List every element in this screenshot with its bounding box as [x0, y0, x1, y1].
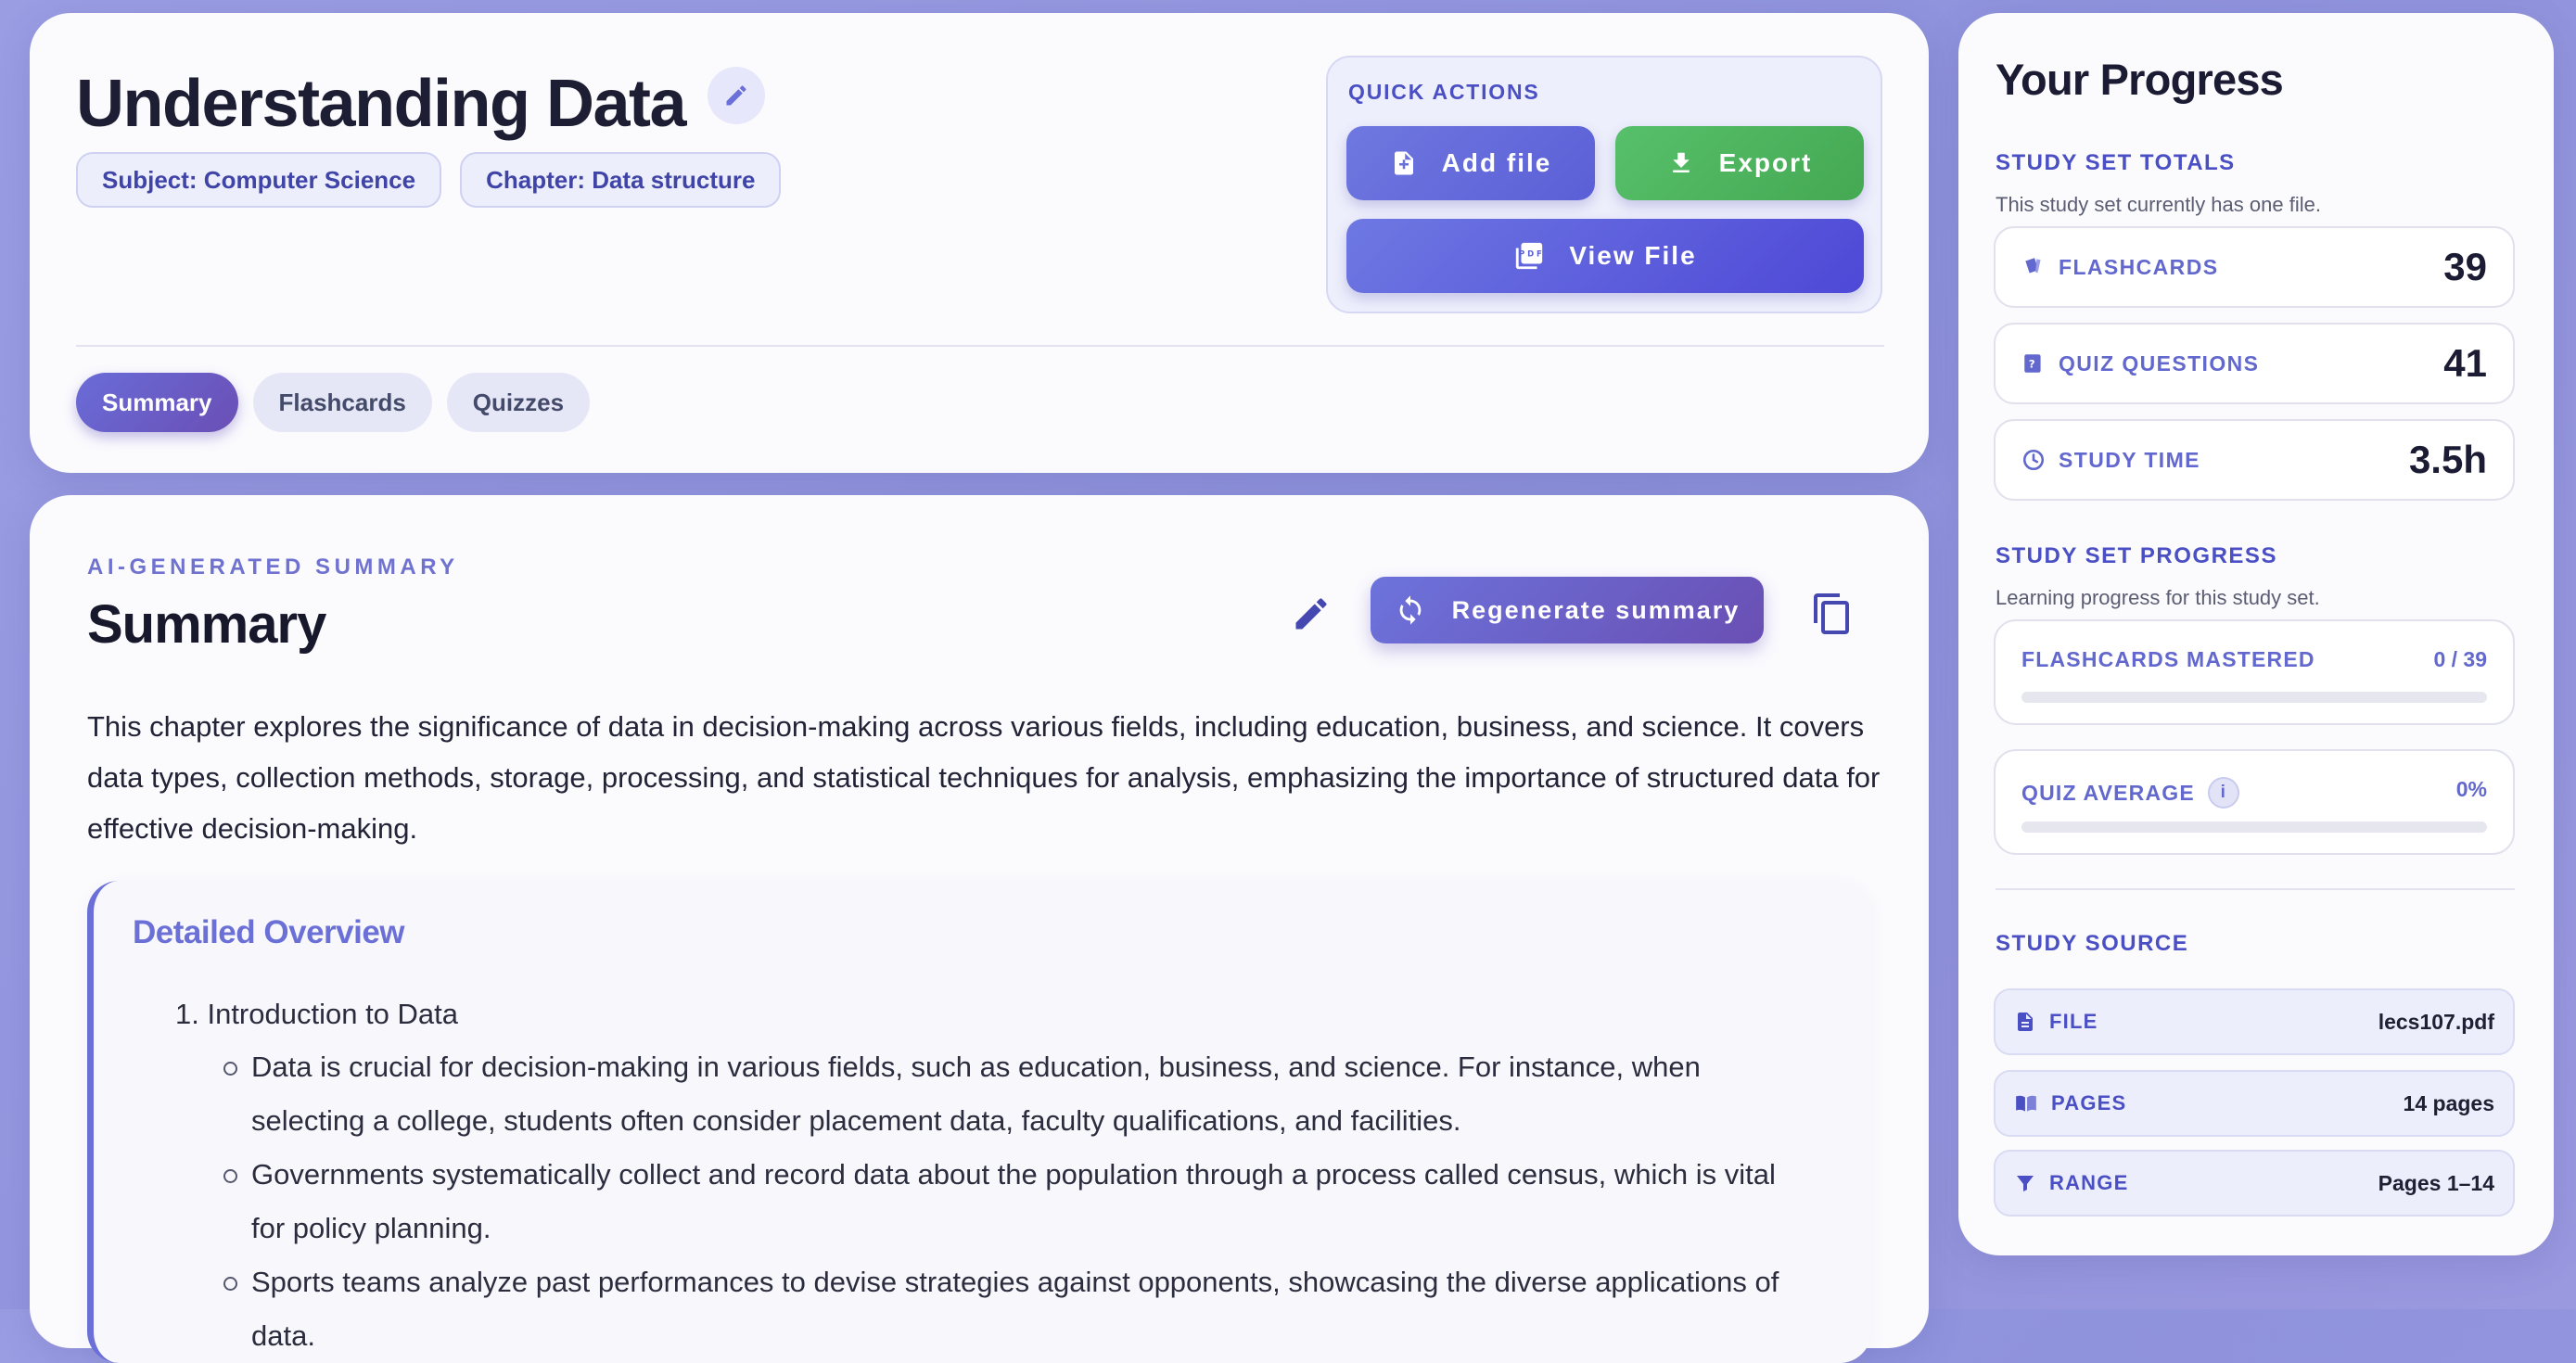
quiz-average-label-group: QUIZ AVERAGE i	[2021, 777, 2239, 809]
export-button[interactable]: Export	[1615, 126, 1864, 200]
source-pages-value: 14 pages	[2403, 1090, 2494, 1115]
tag-chips: Subject: Computer Science Chapter: Data …	[76, 152, 782, 208]
source-file[interactable]: FILE lecs107.pdf	[1994, 988, 2515, 1055]
progress-title: Your Progress	[1996, 55, 2284, 104]
export-label: Export	[1718, 148, 1813, 177]
quiz-average-value: 0%	[2455, 777, 2487, 801]
file-icon	[2018, 1013, 2033, 1031]
quiz-average: QUIZ AVERAGE i 0%	[1994, 749, 2515, 855]
quick-actions-title: QUICK ACTIONS	[1348, 80, 1540, 104]
study-set-header: Understanding Data Subject: Computer Sci…	[30, 13, 1929, 473]
view-file-label: View File	[1569, 241, 1697, 270]
stat-flashcards-label-group: FLASHCARDS	[2021, 255, 2218, 280]
stat-quiz-questions: ? QUIZ QUESTIONS 41	[1994, 323, 2515, 404]
view-file-button[interactable]: PDF View File	[1346, 219, 1864, 293]
source-pages-label-group: PAGES	[2014, 1091, 2126, 1115]
stat-flashcards-label: FLASHCARDS	[2059, 254, 2219, 279]
totals-label: STUDY SET TOTALS	[1996, 150, 2236, 175]
quiz-average-label: QUIZ AVERAGE	[2021, 780, 2195, 805]
progress-section-label: STUDY SET PROGRESS	[1996, 543, 2277, 568]
copy-summary-button[interactable]	[1803, 584, 1862, 643]
summary-panel: AI-GENERATED SUMMARY Summary Regenerate …	[30, 495, 1929, 1363]
stat-time-label: STUDY TIME	[2059, 447, 2200, 472]
detailed-overview: Detailed Overview 1. Introduction to Dat…	[87, 881, 1871, 1363]
mastered-progress-bar	[2021, 692, 2487, 703]
regenerate-summary-button[interactable]: Regenerate summary	[1371, 577, 1764, 643]
content-tabs: Summary Flashcards Quizzes	[76, 373, 591, 432]
tab-summary[interactable]: Summary	[76, 373, 238, 432]
chapter-chip: Chapter: Data structure	[460, 152, 782, 208]
book-icon	[2016, 1095, 2036, 1112]
filter-icon	[2017, 1176, 2034, 1191]
refresh-icon	[1399, 595, 1422, 625]
list-item: Sports teams analyze past performances t…	[223, 1255, 1807, 1363]
quiz-icon: ?	[2024, 354, 2041, 373]
bullet-list: Data is crucial for decision-making in v…	[223, 1040, 1807, 1363]
summary-eyebrow: AI-GENERATED SUMMARY	[87, 554, 459, 580]
overview-title: Detailed Overview	[133, 914, 405, 950]
summary-text: This chapter explores the significance o…	[87, 710, 1881, 845]
sidebar-divider	[1996, 888, 2515, 890]
add-file-button[interactable]: Add file	[1346, 126, 1595, 200]
stat-flashcards-value: 39	[2443, 245, 2487, 288]
source-file-label: FILE	[2049, 1010, 2098, 1033]
page-title: Understanding Data	[76, 67, 687, 141]
pencil-icon	[1295, 598, 1327, 630]
source-range: RANGE Pages 1–14	[1994, 1150, 2515, 1217]
progress-section-subtitle: Learning progress for this study set.	[1996, 586, 2320, 609]
overview-list: 1. Introduction to Data Data is crucial …	[175, 994, 1807, 1363]
edit-title-button[interactable]	[708, 67, 766, 124]
source-range-value: Pages 1–14	[2378, 1170, 2494, 1195]
quick-actions-panel: QUICK ACTIONS Add file Export PDF View F…	[1326, 56, 1882, 313]
summary-heading: Summary	[87, 594, 326, 655]
pdf-icon: PDF	[1516, 242, 1545, 270]
source-file-value: lecs107.pdf	[2378, 1009, 2494, 1034]
source-file-label-group: FILE	[2014, 1010, 2098, 1034]
quiz-average-progress-bar	[2021, 822, 2487, 833]
stat-time-value: 3.5h	[2408, 438, 2487, 481]
header-divider	[76, 345, 1884, 347]
source-pages: PAGES 14 pages	[1994, 1070, 2515, 1137]
download-icon	[1672, 152, 1690, 172]
source-section-label: STUDY SOURCE	[1996, 931, 2189, 956]
title-row: Understanding Data	[76, 59, 766, 148]
pencil-icon	[726, 85, 746, 106]
stat-flashcards: FLASHCARDS 39	[1994, 226, 2515, 308]
tab-quizzes[interactable]: Quizzes	[446, 373, 591, 432]
stat-quiz-value: 41	[2443, 341, 2487, 385]
list-item: Governments systematically collect and r…	[223, 1148, 1807, 1255]
info-icon[interactable]: i	[2207, 777, 2239, 809]
stat-quiz-label: QUIZ QUESTIONS	[2059, 350, 2260, 376]
svg-text:?: ?	[2029, 357, 2036, 370]
stat-quiz-label-group: ? QUIZ QUESTIONS	[2021, 351, 2259, 376]
tab-flashcards[interactable]: Flashcards	[252, 373, 432, 432]
add-file-icon	[1394, 151, 1413, 175]
cards-icon	[2025, 258, 2041, 274]
edit-summary-button[interactable]	[1282, 584, 1341, 643]
source-range-label-group: RANGE	[2014, 1171, 2128, 1195]
list-item-introduction: 1. Introduction to Data	[175, 998, 459, 1030]
totals-subtitle: This study set currently has one file.	[1996, 193, 2321, 216]
copy-icon	[1814, 593, 1849, 634]
list-item: Data is crucial for decision-making in v…	[223, 1040, 1807, 1148]
flashcards-mastered: FLASHCARDS MASTERED 0 / 39	[1994, 619, 2515, 725]
progress-sidebar: Your Progress STUDY SET TOTALS This stud…	[1958, 13, 2554, 1255]
stat-study-time: STUDY TIME 3.5h	[1994, 419, 2515, 501]
source-pages-label: PAGES	[2051, 1091, 2127, 1115]
mastered-label: FLASHCARDS MASTERED	[2021, 647, 2315, 671]
add-file-label: Add file	[1441, 148, 1552, 177]
subject-chip: Subject: Computer Science	[76, 152, 442, 208]
regenerate-summary-label: Regenerate summary	[1451, 595, 1741, 624]
clock-icon	[2022, 449, 2045, 471]
svg-text:PDF: PDF	[1519, 250, 1545, 260]
stat-time-label-group: STUDY TIME	[2021, 448, 2200, 473]
source-range-label: RANGE	[2049, 1171, 2129, 1194]
mastered-value: 0 / 39	[2433, 647, 2487, 671]
